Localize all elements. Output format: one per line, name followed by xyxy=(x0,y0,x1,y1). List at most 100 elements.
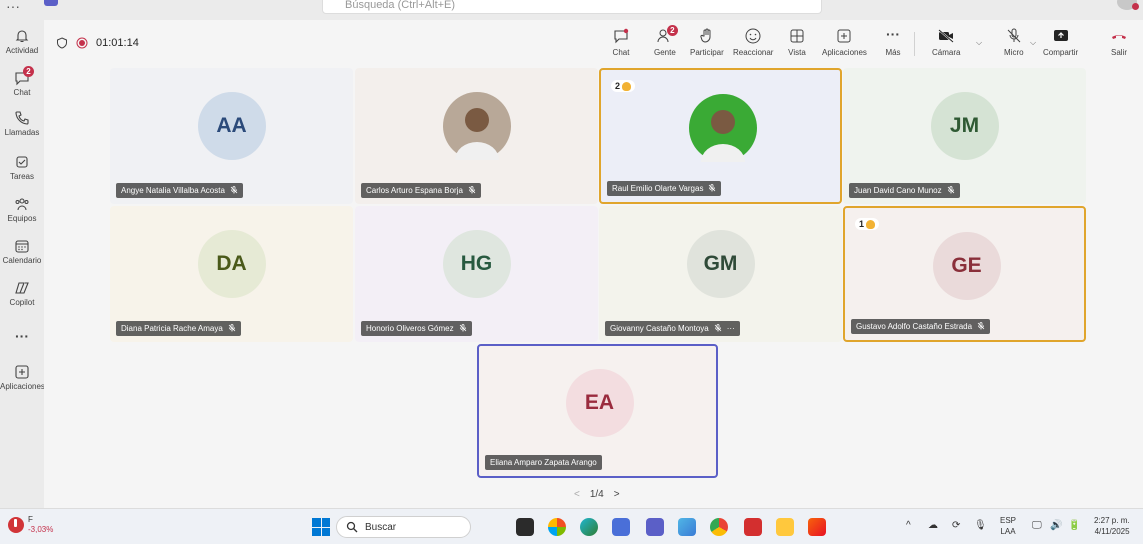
camera-button[interactable]: Cámara xyxy=(932,27,960,57)
chevron-up-icon[interactable]: ^ xyxy=(906,520,911,531)
more-icon: ··· xyxy=(15,328,29,344)
rail-more-button[interactable]: ··· xyxy=(0,328,44,344)
participant-name: Honorio Oliveros Gómez xyxy=(361,321,472,336)
participant-name-text: Raul Emilio Olarte Vargas xyxy=(612,184,704,193)
network-icon[interactable]: 🖵 xyxy=(1032,520,1042,531)
teams-app-icon[interactable] xyxy=(646,518,664,536)
defender-icon[interactable] xyxy=(612,518,630,536)
rail-item-copilot[interactable]: Copilot xyxy=(0,280,44,307)
participant-name: Raul Emilio Olarte Vargas xyxy=(607,181,722,196)
chat-button[interactable]: Chat xyxy=(612,27,630,57)
participant-tile-diana-patricia-rache-amaya[interactable]: DA Diana Patricia Rache Amaya xyxy=(110,206,353,342)
language-indicator[interactable]: ESP LAA xyxy=(1000,515,1016,537)
participant-name-text: Angye Natalia Villalba Acosta xyxy=(121,186,225,195)
participant-name-text: Eliana Amparo Zapata Arango xyxy=(490,458,597,467)
people-icon: 2 xyxy=(656,25,678,45)
more-button[interactable]: ··· Más xyxy=(884,27,902,57)
chevron-down-icon[interactable]: ⌵ xyxy=(1030,38,1036,48)
profile-photo xyxy=(700,110,745,162)
participant-tile-angye-natalia-villalba-acosta[interactable]: AA Angye Natalia Villalba Acosta xyxy=(110,68,353,204)
avatar: GM xyxy=(686,230,755,298)
pdf-reader-icon[interactable] xyxy=(744,518,762,536)
raised-hand-badge: 1 xyxy=(855,218,880,230)
mic-off-icon xyxy=(459,323,467,334)
shield-icon xyxy=(57,37,67,49)
participant-name: Gustavo Adolfo Castaño Estrada xyxy=(851,319,991,334)
avatar: GE xyxy=(932,232,1001,300)
participant-name: Juan David Cano Munoz xyxy=(849,183,960,198)
calendar-icon xyxy=(14,238,30,254)
participant-tile-juan-david-cano-munoz[interactable]: JM Juan David Cano Munoz xyxy=(843,68,1086,204)
windows-start-icon[interactable] xyxy=(312,518,330,536)
rail-item-calendar[interactable]: Calendario xyxy=(0,238,44,265)
participant-tile-eliana-amparo-zapata-arango[interactable]: EA Eliana Amparo Zapata Arango xyxy=(477,344,718,478)
chat-badge: 2 xyxy=(23,66,34,77)
windows-taskbar: F -3,03% Buscar ^ ☁ ⟳ 🎙 ESP LAA 🖵 🔊 🔋 2:… xyxy=(0,508,1143,544)
rail-item-calls[interactable]: Llamadas xyxy=(0,110,44,137)
participant-tile-giovanny-castano-montoya[interactable]: GM Giovanny Castaño Montoya ··· xyxy=(599,206,842,342)
sync-icon[interactable]: ⟳ xyxy=(952,520,960,531)
mic-tray-icon[interactable]: 🎙 xyxy=(974,520,987,531)
hand-icon xyxy=(698,27,716,45)
avatar xyxy=(688,94,757,162)
rail-item-activity[interactable]: Actividad xyxy=(0,28,44,55)
cloud-icon[interactable]: ☁ xyxy=(928,520,938,531)
bell-icon xyxy=(14,28,30,44)
apps-icon xyxy=(14,364,30,380)
participant-name: Diana Patricia Rache Amaya xyxy=(116,321,241,336)
battery-icon[interactable]: 🔋 xyxy=(1068,520,1080,531)
leave-button[interactable]: Salir xyxy=(1110,27,1128,57)
mic-off-icon xyxy=(708,183,716,194)
taskview-icon[interactable] xyxy=(516,518,534,536)
weather-widget[interactable]: F -3,03% xyxy=(8,515,53,535)
prev-page-icon[interactable]: < xyxy=(574,489,580,500)
rail-item-apps[interactable]: Aplicaciones xyxy=(0,364,44,391)
chat-icon: 2 xyxy=(14,66,34,86)
mic-off-icon xyxy=(468,185,476,196)
clock[interactable]: 2:27 p. m. 4/11/2025 xyxy=(1094,515,1130,537)
participant-name: Eliana Amparo Zapata Arango xyxy=(485,455,602,470)
participant-tile-gustavo-adolfo-castano-estrada[interactable]: GE 1 Gustavo Adolfo Castaño Estrada xyxy=(843,206,1086,342)
left-rail: Actividad 2 Chat Llamadas Tareas Equipos… xyxy=(0,20,44,508)
meeting-timer: 01:01:14 xyxy=(96,37,139,49)
participant-name-text: Gustavo Adolfo Castaño Estrada xyxy=(856,322,973,331)
share-icon xyxy=(1052,27,1070,45)
search-input[interactable]: Búsqueda (Ctrl+Alt+E) xyxy=(322,0,822,14)
view-button[interactable]: Vista xyxy=(788,27,806,57)
react-button[interactable]: Reaccionar xyxy=(733,27,773,57)
file-explorer-icon[interactable] xyxy=(776,518,794,536)
weather-icon xyxy=(8,517,24,533)
share-button[interactable]: Compartir xyxy=(1043,27,1078,57)
chrome-icon[interactable] xyxy=(710,518,728,536)
raised-hand-badge: 2 xyxy=(611,80,636,92)
title-bar: ··· Búsqueda (Ctrl+Alt+E) xyxy=(0,0,1143,20)
office-icon[interactable] xyxy=(808,518,826,536)
edge-icon[interactable] xyxy=(580,518,598,536)
profile-photo xyxy=(454,108,499,160)
participant-tile-honorio-oliveros-gomez[interactable]: HG Honorio Oliveros Gómez xyxy=(355,206,598,342)
rail-item-tasks[interactable]: Tareas xyxy=(0,154,44,181)
outlook-icon[interactable] xyxy=(678,518,696,536)
participant-tile-raul-emilio-olarte-vargas[interactable]: 2 Raul Emilio Olarte Vargas xyxy=(599,68,842,204)
copilot-app-icon[interactable] xyxy=(548,518,566,536)
people-button[interactable]: 2 Gente xyxy=(654,25,678,57)
rail-item-teams[interactable]: Equipos xyxy=(0,196,44,223)
grid-icon xyxy=(788,27,806,45)
volume-icon[interactable]: 🔊 xyxy=(1050,520,1062,531)
more-icon[interactable]: ··· xyxy=(6,0,20,14)
apps-button[interactable]: Aplicaciones xyxy=(822,27,867,57)
avatar[interactable] xyxy=(1117,0,1139,10)
mic-button[interactable]: Micro xyxy=(1004,27,1024,57)
meeting-toolbar: 01:01:14 Chat 2 Gente Participar Reaccio… xyxy=(44,20,1143,66)
chevron-down-icon[interactable]: ⌵ xyxy=(976,38,982,48)
rail-item-chat[interactable]: 2 Chat xyxy=(0,66,44,97)
more-icon[interactable]: ··· xyxy=(727,324,735,333)
search-icon xyxy=(346,521,358,536)
raise-hand-button[interactable]: Participar xyxy=(690,27,724,57)
taskbar-search-input[interactable]: Buscar xyxy=(336,516,471,538)
participant-tile-carlos-arturo-espana-borja[interactable]: Carlos Arturo Espana Borja xyxy=(355,68,598,204)
page-indicator: 1/4 xyxy=(589,489,604,500)
participant-name: Giovanny Castaño Montoya ··· xyxy=(605,321,740,336)
chat-icon xyxy=(612,27,630,45)
next-page-icon[interactable]: > xyxy=(614,489,620,500)
